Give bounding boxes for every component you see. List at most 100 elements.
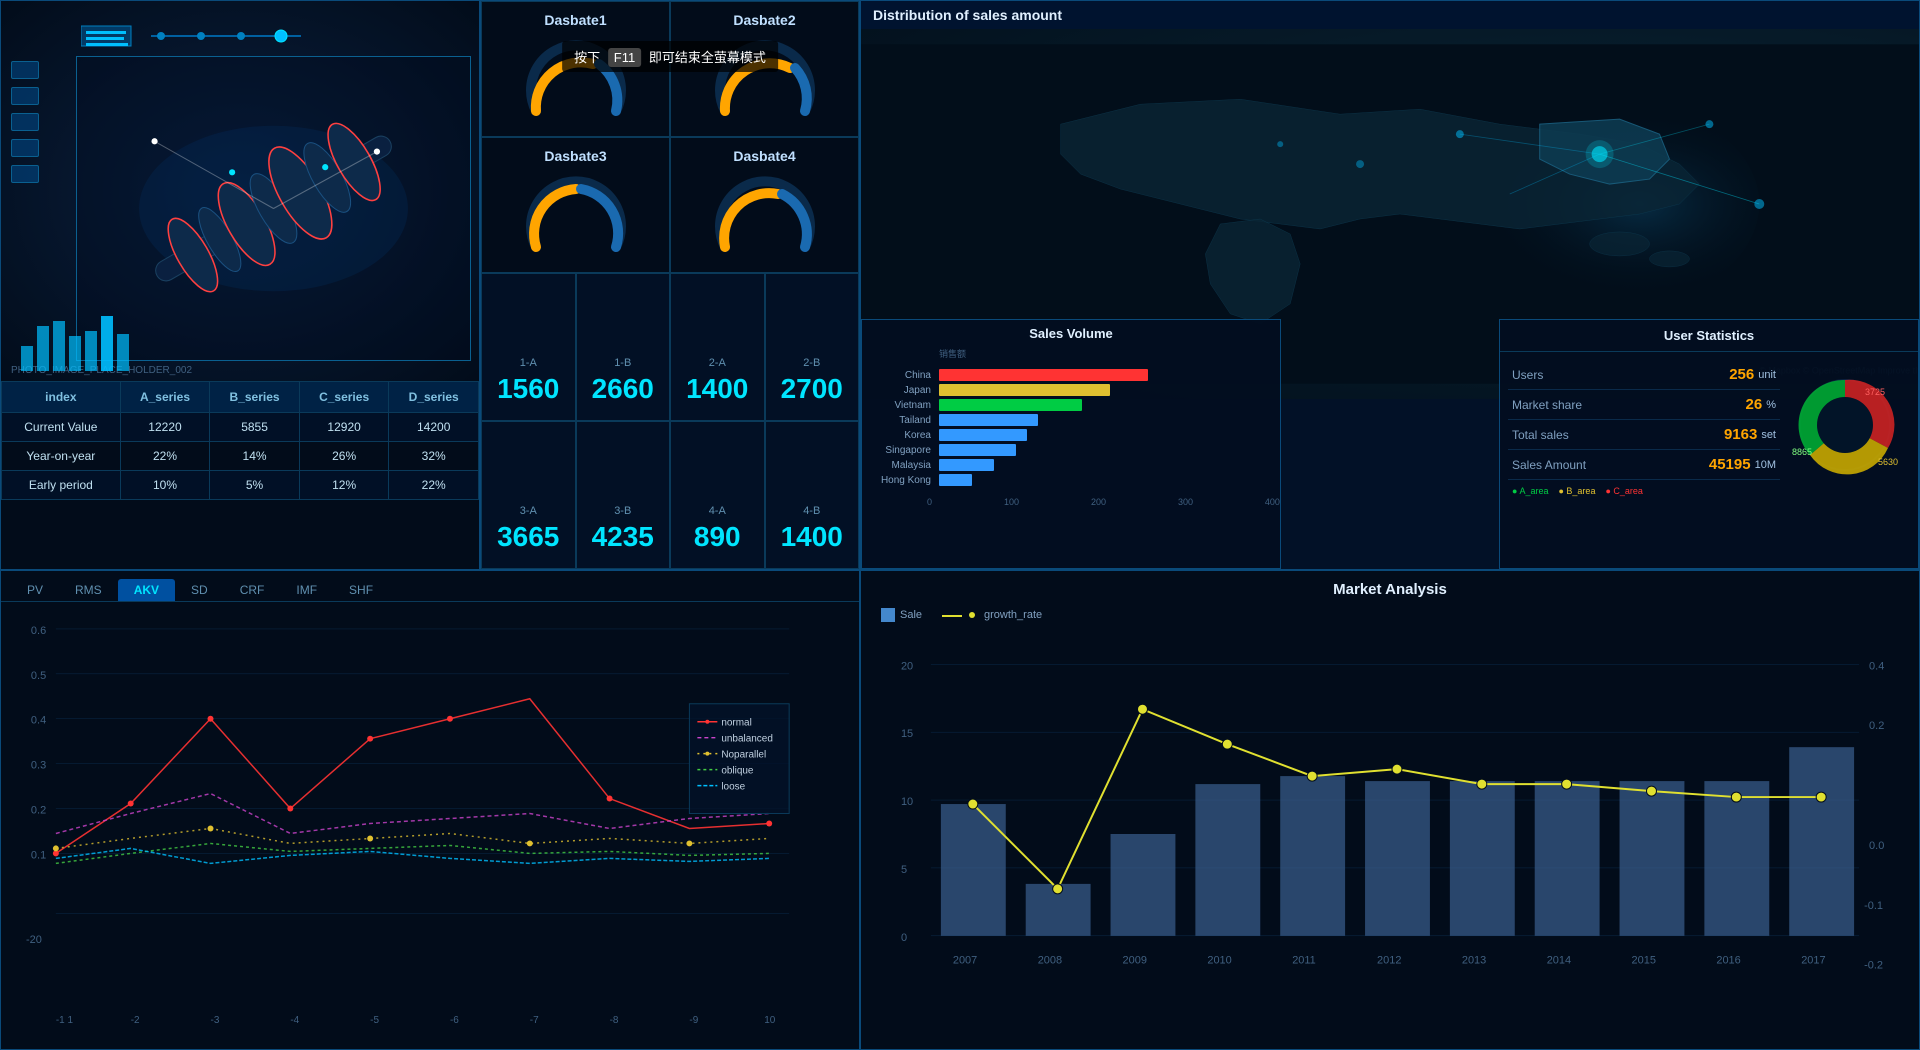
number-boxes-top: 1-A 1560 1-B 2660 2-A 1400 2-B 2700 — [481, 273, 859, 421]
svg-text:8865: 8865 — [1792, 447, 1812, 457]
svg-text:2014: 2014 — [1547, 955, 1571, 967]
bar-fill — [939, 444, 1016, 456]
bar-row: Korea — [874, 429, 1268, 441]
stat-market-share: Market share 26 % — [1508, 390, 1780, 420]
svg-text:2009: 2009 — [1123, 955, 1147, 967]
svg-text:-0.1: -0.1 — [1864, 900, 1883, 912]
controls-left — [11, 61, 39, 183]
ctrl-btn-3[interactable] — [11, 113, 39, 131]
signal-chart-area: 0.6 0.5 0.4 0.3 0.2 0.1 -20 -1 1 -2 -3 — [1, 602, 859, 1035]
svg-text:-3: -3 — [211, 1015, 220, 1026]
ctrl-btn-4[interactable] — [11, 139, 39, 157]
gauge-4: Dasbate4 — [670, 137, 859, 273]
bar-country-label: Hong Kong — [874, 475, 939, 486]
ctrl-btn-1[interactable] — [11, 61, 39, 79]
svg-text:0.6: 0.6 — [31, 625, 46, 637]
data-table: index A_series B_series C_series D_serie… — [1, 381, 479, 500]
bar-row: China — [874, 369, 1268, 381]
number-boxes-bottom: 3-A 3665 3-B 4235 4-A 890 4-B 1400 — [481, 421, 859, 569]
map-title: Distribution of sales amount — [861, 1, 1919, 29]
tab-shf[interactable]: SHF — [333, 579, 389, 601]
sales-unit: 销售额 — [862, 347, 1280, 362]
svg-text:normal: normal — [721, 718, 751, 729]
svg-text:5: 5 — [901, 864, 907, 876]
svg-text:-6: -6 — [450, 1015, 459, 1026]
bar-country-label: China — [874, 370, 939, 381]
stats-list: Users 256 unit Market share 26 % Total s… — [1508, 360, 1780, 502]
tab-pv[interactable]: PV — [11, 579, 59, 601]
growth-legend-dot — [969, 612, 975, 618]
user-stats-body: Users 256 unit Market share 26 % Total s… — [1500, 352, 1918, 510]
bar-fill — [939, 459, 994, 471]
svg-text:0.4: 0.4 — [31, 715, 46, 727]
svg-text:2015: 2015 — [1632, 955, 1656, 967]
bar-country-label: Japan — [874, 385, 939, 396]
svg-text:-0.2: -0.2 — [1864, 960, 1883, 972]
market-chart-area: 20 15 10 5 0 0.4 0.2 0.0 -0.1 -0.2 — [861, 630, 1919, 1028]
num-box-1a: 1-A 1560 — [481, 273, 576, 421]
axis-labels: 0100200300400 — [862, 497, 1280, 507]
sale-legend-icon — [881, 608, 895, 622]
legend-sale: Sale — [881, 608, 922, 622]
svg-text:10: 10 — [764, 1015, 776, 1026]
svg-text:oblique: oblique — [721, 766, 754, 777]
svg-text:2013: 2013 — [1462, 955, 1486, 967]
donut-legend: ● A_area ● B_area ● C_area — [1508, 480, 1780, 502]
tab-akv[interactable]: AKV — [118, 579, 175, 601]
fullscreen-hint: 按下 F11 即可结束全萤幕模式 — [562, 41, 778, 72]
dashboard: PHOTO_IMAGE_PLACE_HOLDER_002 index — [0, 0, 1920, 1050]
ctrl-btn-5[interactable] — [11, 165, 39, 183]
col-a: A_series — [120, 382, 210, 413]
signal-tabs[interactable]: PV RMS AKV SD CRF IMF SHF — [1, 571, 859, 602]
svg-text:-8: -8 — [610, 1015, 619, 1026]
col-c: C_series — [299, 382, 389, 413]
svg-text:-9: -9 — [689, 1015, 698, 1026]
tab-imf[interactable]: IMF — [280, 579, 333, 601]
bar-row: Malaysia — [874, 459, 1268, 471]
tab-rms[interactable]: RMS — [59, 579, 118, 601]
bar-row: Hong Kong — [874, 474, 1268, 486]
bar-chart: ChinaJapanVietnamTailandKoreaSingaporeMa… — [862, 362, 1280, 493]
svg-text:0.5: 0.5 — [31, 670, 46, 682]
svg-text:-5: -5 — [370, 1015, 379, 1026]
photo-background: PHOTO_IMAGE_PLACE_HOLDER_002 — [1, 1, 479, 381]
ctrl-btn-2[interactable] — [11, 87, 39, 105]
signal-chart-svg: 0.6 0.5 0.4 0.3 0.2 0.1 -20 -1 1 -2 -3 — [1, 602, 859, 1035]
svg-text:0.0: 0.0 — [1869, 840, 1884, 852]
svg-text:2011: 2011 — [1292, 955, 1316, 967]
svg-text:unbalanced: unbalanced — [721, 734, 773, 745]
svg-text:5630: 5630 — [1878, 457, 1898, 467]
col-index: index — [2, 382, 121, 413]
svg-text:0.4: 0.4 — [1869, 660, 1884, 672]
market-panel: Market Analysis Sale growth_rate 20 15 1… — [860, 570, 1920, 1050]
svg-text:2010: 2010 — [1207, 955, 1231, 967]
svg-text:loose: loose — [721, 782, 745, 793]
photo-panel: PHOTO_IMAGE_PLACE_HOLDER_002 index — [0, 0, 480, 570]
table-row: Current Value 12220 5855 12920 14200 — [2, 413, 479, 442]
tab-crf[interactable]: CRF — [224, 579, 281, 601]
bar-row: Singapore — [874, 444, 1268, 456]
num-box-2b: 2-B 2700 — [765, 273, 860, 421]
svg-text:Noparallel: Noparallel — [721, 750, 766, 761]
svg-text:-20: -20 — [26, 934, 42, 946]
mini-bar-chart — [21, 311, 141, 371]
bar-country-label: Tailand — [874, 415, 939, 426]
num-box-3b: 3-B 4235 — [576, 421, 671, 569]
col-b: B_series — [210, 382, 300, 413]
tab-sd[interactable]: SD — [175, 579, 224, 601]
growth-legend-line — [942, 615, 962, 617]
top-histogram — [81, 16, 311, 56]
stat-users: Users 256 unit — [1508, 360, 1780, 390]
svg-text:2008: 2008 — [1038, 955, 1062, 967]
svg-text:2012: 2012 — [1377, 955, 1401, 967]
num-box-2a: 2-A 1400 — [670, 273, 765, 421]
svg-text:0.1: 0.1 — [31, 849, 46, 861]
bar-country-label: Singapore — [874, 445, 939, 456]
stat-total-sales: Total sales 9163 set — [1508, 420, 1780, 450]
bar-fill — [939, 414, 1038, 426]
bar-fill — [939, 399, 1082, 411]
bar-fill — [939, 429, 1027, 441]
gauge-svg-3 — [521, 172, 631, 262]
map-panel: Distribution of sales amount — [860, 0, 1920, 570]
table-row: Year-on-year 22% 14% 26% 32% — [2, 442, 479, 471]
